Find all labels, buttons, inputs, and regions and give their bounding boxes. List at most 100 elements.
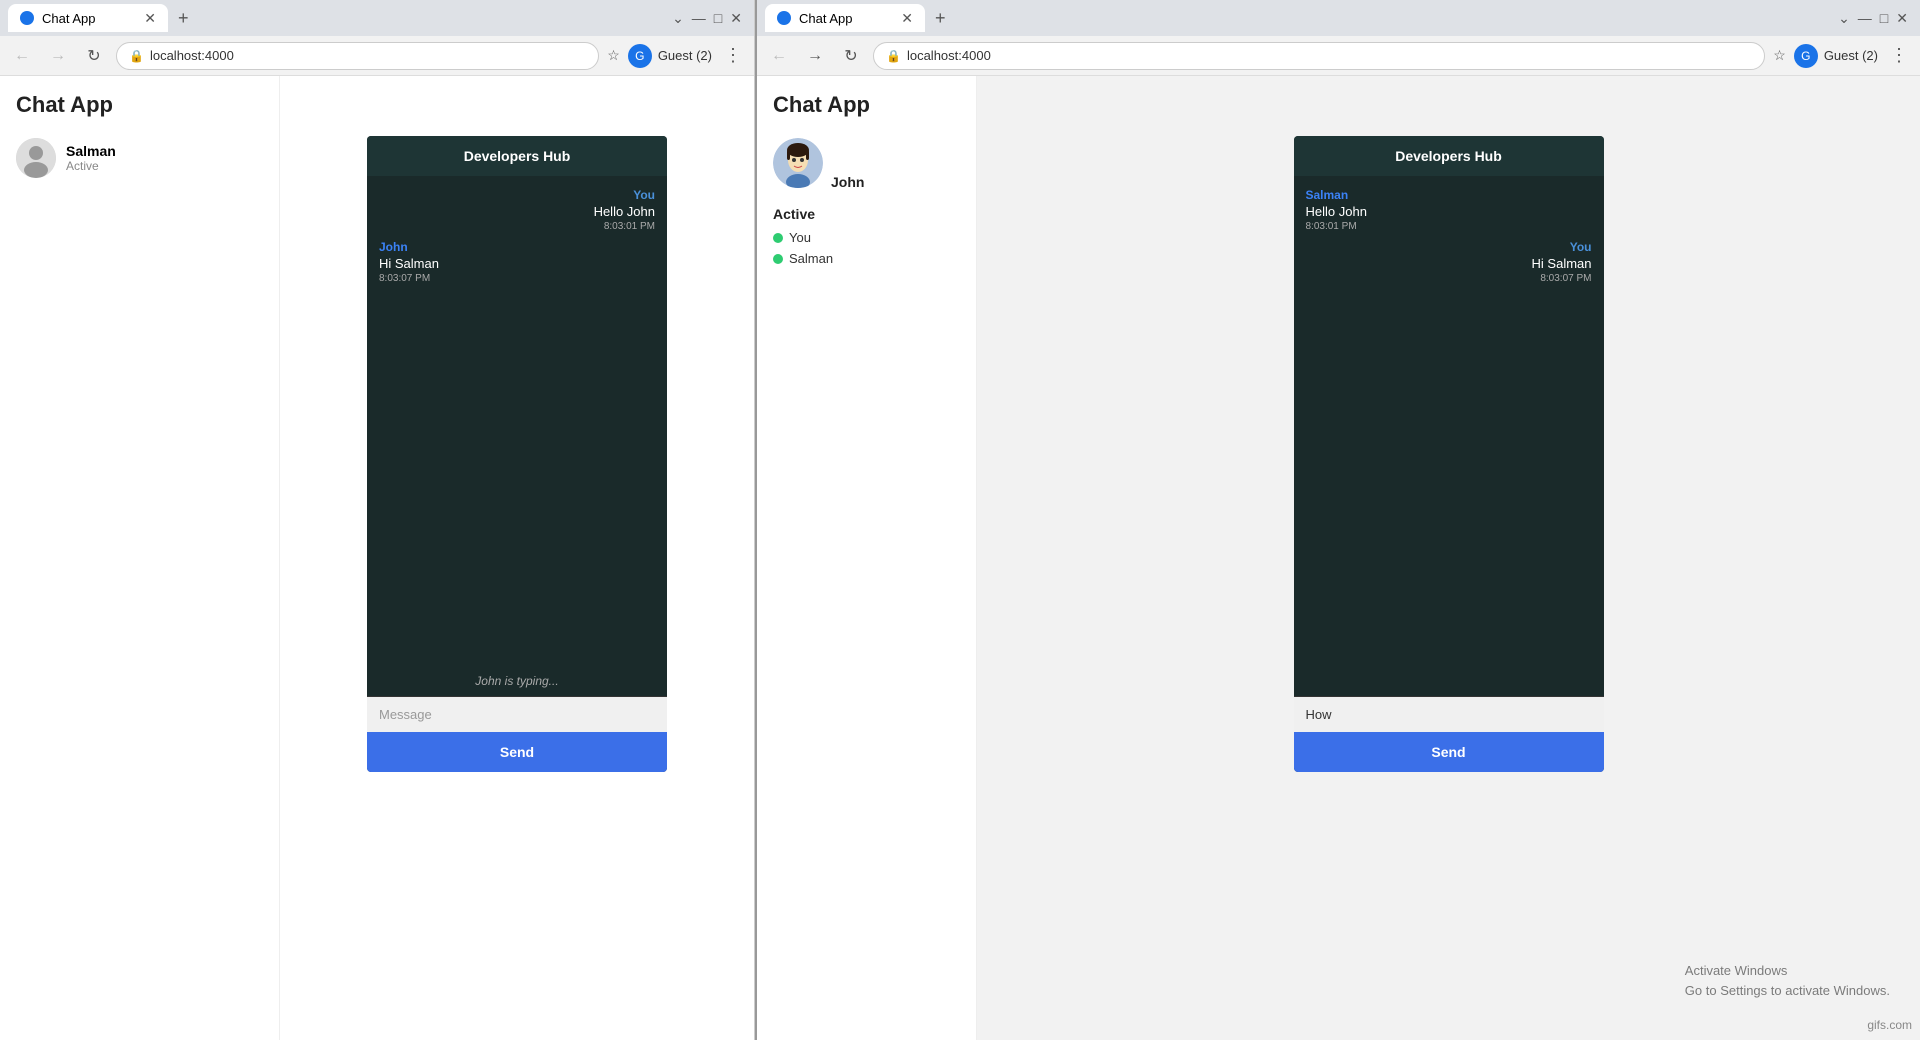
right-tab-bar: Chat App ✕ + ⌄ — □ ✕ — [757, 0, 1920, 36]
right-minimize-icon[interactable]: — — [1858, 10, 1872, 26]
left-close-icon[interactable]: ✕ — [730, 10, 742, 27]
right-msg-incoming-1: Salman Hello John 8:03:01 PM — [1306, 188, 1367, 232]
right-send-button[interactable]: Send — [1294, 732, 1604, 772]
left-tab-favicon — [20, 11, 34, 25]
right-tab-close[interactable]: ✕ — [901, 10, 913, 27]
right-active-section: Active You Salman — [773, 206, 960, 266]
right-lock-icon: 🔒 — [886, 49, 901, 63]
left-msg-outgoing-1: You Hello John 8:03:01 PM — [594, 188, 655, 232]
left-chat-input-area: Send — [367, 696, 667, 772]
right-active-title: Active — [773, 206, 960, 222]
right-profile-area[interactable]: G Guest (2) — [1794, 44, 1878, 68]
left-maximize-icon[interactable]: □ — [714, 10, 722, 26]
right-active-user-label-2: Salman — [789, 251, 833, 266]
right-chat-header: Developers Hub — [1294, 136, 1604, 176]
left-address-input[interactable]: 🔒 localhost:4000 — [116, 42, 599, 70]
left-back-button[interactable]: ← — [8, 42, 36, 70]
right-chevron-down-icon[interactable]: ⌄ — [1838, 10, 1850, 27]
right-reload-button[interactable]: ↻ — [837, 42, 865, 70]
right-msg-text-2: Hi Salman — [1532, 256, 1592, 271]
gifs-credit: gifs.com — [1867, 1018, 1912, 1032]
right-msg-outgoing-1: You Hi Salman 8:03:07 PM — [1532, 240, 1592, 284]
right-profile-label: Guest (2) — [1824, 48, 1878, 63]
right-msg-sender-2: You — [1532, 240, 1592, 254]
left-user-info: Salman Active — [66, 143, 116, 173]
left-profile-icon: G — [628, 44, 652, 68]
right-more-button[interactable]: ⋮ — [1886, 45, 1912, 66]
right-chat-messages: Salman Hello John 8:03:01 PM You Hi Salm… — [1294, 176, 1604, 696]
right-contact-avatar — [773, 138, 823, 188]
right-msg-time-1: 8:03:01 PM — [1306, 221, 1367, 232]
right-msg-text-1: Hello John — [1306, 204, 1367, 219]
left-send-button[interactable]: Send — [367, 732, 667, 772]
left-user-name: Salman — [66, 143, 116, 159]
left-user-avatar — [16, 138, 56, 178]
right-address-input[interactable]: 🔒 localhost:4000 — [873, 42, 1765, 70]
right-bookmark-icon[interactable]: ☆ — [1773, 47, 1786, 64]
right-active-user-1: You — [773, 230, 960, 245]
left-msg-text-2: Hi Salman — [379, 256, 439, 271]
left-address-text: localhost:4000 — [150, 48, 234, 63]
right-close-icon[interactable]: ✕ — [1896, 10, 1908, 27]
left-tab-close[interactable]: ✕ — [144, 10, 156, 27]
left-app-title: Chat App — [16, 92, 263, 118]
right-contact-name: John — [831, 174, 864, 190]
left-chat-panel: Developers Hub You Hello John 8:03:01 PM… — [280, 76, 754, 1040]
left-more-button[interactable]: ⋮ — [720, 45, 746, 66]
left-tab-bar: Chat App ✕ + ⌄ — □ ✕ — [0, 0, 754, 36]
right-active-user-label-1: You — [789, 230, 811, 245]
right-browser-content: Chat App — [757, 76, 1920, 1040]
left-msg-incoming-1: John Hi Salman 8:03:07 PM — [379, 240, 439, 284]
right-back-button[interactable]: ← — [765, 42, 793, 70]
left-address-bar: ← → ↻ 🔒 localhost:4000 ☆ G Guest (2) ⋮ — [0, 36, 754, 76]
left-chat-sidebar: Chat App Salman Active — [0, 76, 280, 1040]
right-maximize-icon[interactable]: □ — [1880, 10, 1888, 26]
right-active-dot-2 — [773, 254, 783, 264]
left-chat-header: Developers Hub — [367, 136, 667, 176]
right-tab[interactable]: Chat App ✕ — [765, 4, 925, 32]
left-tab-right-controls: ⌄ — □ ✕ — [672, 10, 746, 27]
right-address-bar: ← → ↻ 🔒 localhost:4000 ☆ G Guest (2) ⋮ — [757, 36, 1920, 76]
right-tab-right-controls: ⌄ — □ ✕ — [1838, 10, 1912, 27]
right-tab-favicon — [777, 11, 791, 25]
left-chevron-down-icon[interactable]: ⌄ — [672, 10, 684, 27]
right-contact-entry[interactable]: John — [773, 138, 960, 190]
right-chat-input-area: Send — [1294, 696, 1604, 772]
right-message-input[interactable] — [1294, 697, 1604, 732]
right-profile-icon: G — [1794, 44, 1818, 68]
left-new-tab-button[interactable]: + — [172, 8, 195, 29]
right-tab-title: Chat App — [799, 11, 853, 26]
left-user-status: Active — [66, 159, 116, 173]
right-forward-button[interactable]: → — [801, 42, 829, 70]
left-bookmark-icon[interactable]: ☆ — [607, 47, 620, 64]
left-reload-button[interactable]: ↻ — [80, 42, 108, 70]
right-msg-sender-1: Salman — [1306, 188, 1367, 202]
left-browser-content: Chat App Salman Active — [0, 76, 754, 1040]
left-lock-icon: 🔒 — [129, 49, 144, 63]
left-msg-time-2: 8:03:07 PM — [379, 273, 439, 284]
left-msg-time-1: 8:03:01 PM — [594, 221, 655, 232]
left-tab-title: Chat App — [42, 11, 96, 26]
left-msg-sender-1: You — [594, 188, 655, 202]
right-msg-time-2: 8:03:07 PM — [1532, 273, 1592, 284]
right-browser-pane: Chat App ✕ + ⌄ — □ ✕ ← → ↻ 🔒 localhost:4… — [757, 0, 1920, 1040]
left-minimize-icon[interactable]: — — [692, 10, 706, 26]
left-profile-area[interactable]: G Guest (2) — [628, 44, 712, 68]
left-typing-indicator: John is typing... — [475, 674, 558, 688]
right-address-text: localhost:4000 — [907, 48, 991, 63]
left-profile-label: Guest (2) — [658, 48, 712, 63]
left-msg-sender-2: John — [379, 240, 439, 254]
right-new-tab-button[interactable]: + — [929, 8, 952, 29]
right-chat-box: Developers Hub Salman Hello John 8:03:01… — [1294, 136, 1604, 772]
right-app-title: Chat App — [773, 92, 960, 118]
left-chat-box: Developers Hub You Hello John 8:03:01 PM… — [367, 136, 667, 772]
right-chat-sidebar: Chat App — [757, 76, 977, 1040]
right-active-dot-1 — [773, 233, 783, 243]
left-tab[interactable]: Chat App ✕ — [8, 4, 168, 32]
left-message-input[interactable] — [367, 697, 667, 732]
left-browser-pane: Chat App ✕ + ⌄ — □ ✕ ← → ↻ 🔒 localhost:4… — [0, 0, 755, 1040]
left-chat-messages: You Hello John 8:03:01 PM John Hi Salman… — [367, 176, 667, 696]
left-user-entry[interactable]: Salman Active — [16, 138, 263, 178]
right-chat-panel: Developers Hub Salman Hello John 8:03:01… — [977, 76, 1920, 1040]
left-forward-button[interactable]: → — [44, 42, 72, 70]
